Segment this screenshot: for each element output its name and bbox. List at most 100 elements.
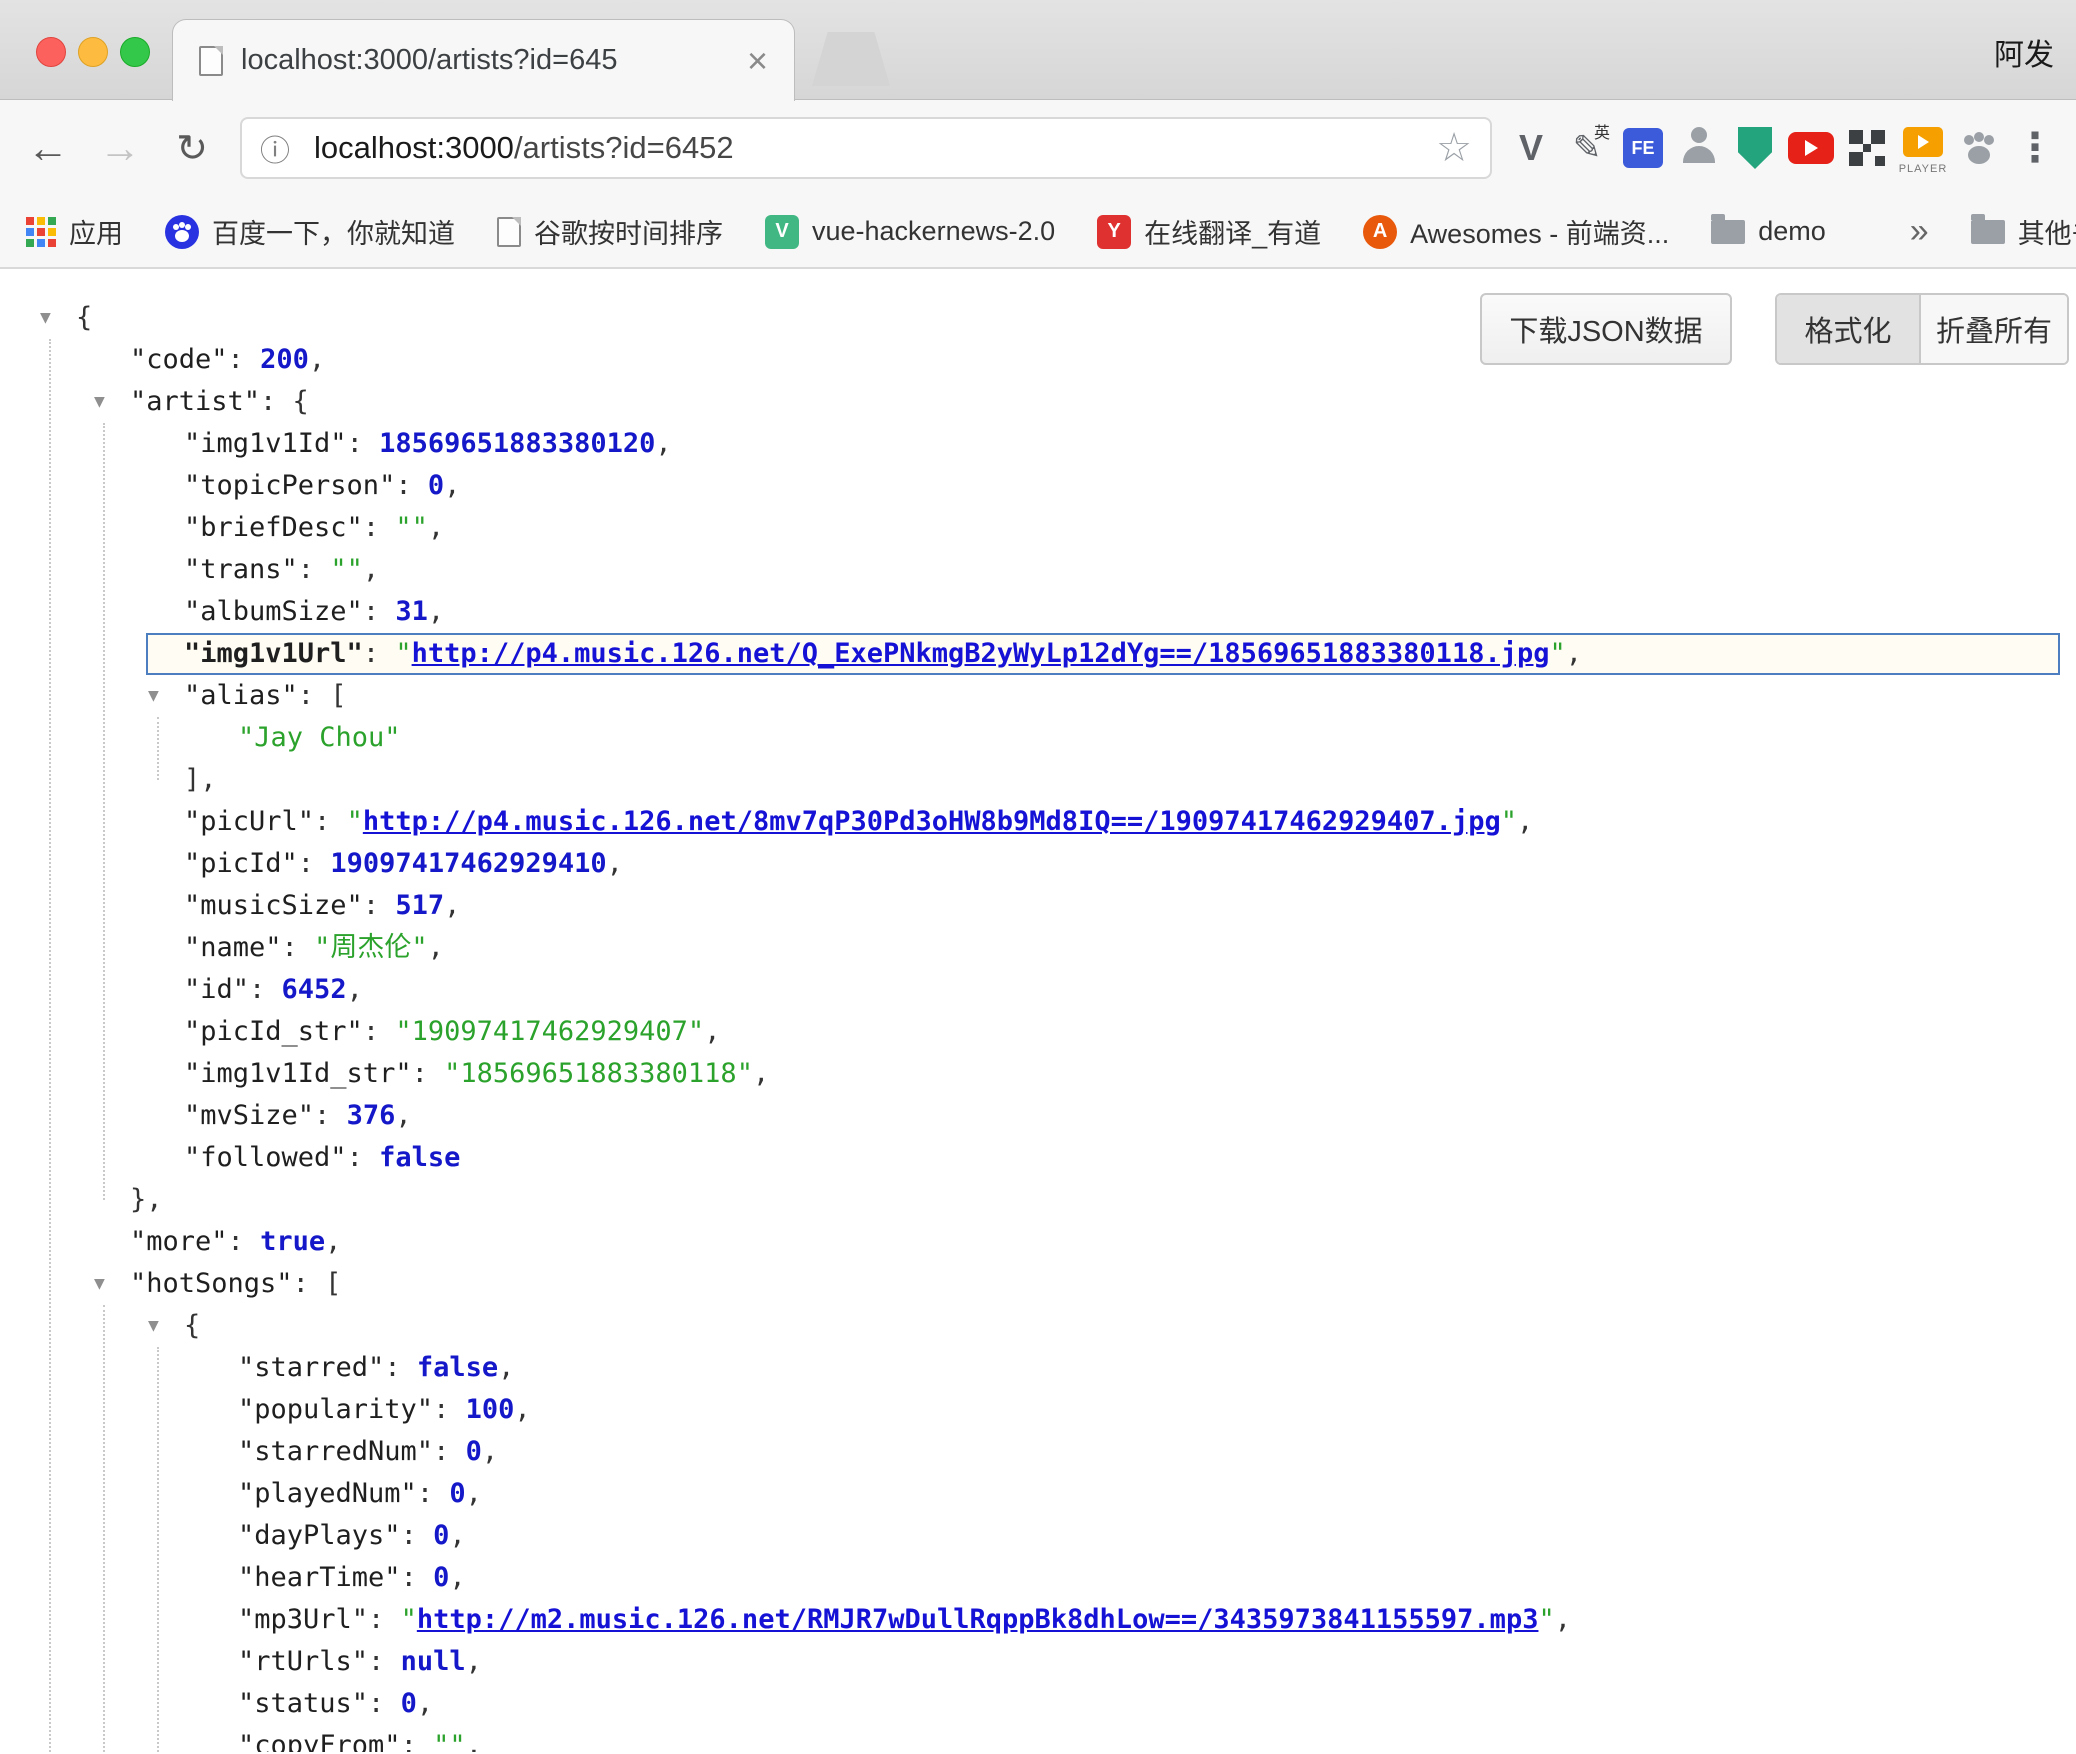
- json-url-link[interactable]: http://p4.music.126.net/Q_ExePNkmgB2yWyL…: [412, 638, 1550, 669]
- fullscreen-window-button[interactable]: [120, 37, 150, 67]
- json-line: "picId_str": "19097417462929407",: [0, 1011, 2060, 1053]
- forward-button[interactable]: →: [84, 124, 156, 172]
- json-line: ▼"artist": {: [0, 381, 2060, 423]
- tab-title: localhost:3000/artists?id=645: [241, 44, 729, 77]
- json-line: "copyFrom": "",: [0, 1725, 2060, 1752]
- json-line: "picId": 19097417462929410,: [0, 843, 2060, 885]
- other-bookmarks-folder[interactable]: 其他书签: [1971, 212, 2076, 251]
- page-icon: [497, 217, 521, 247]
- json-line: "dayPlays": 0,: [0, 1515, 2060, 1557]
- bookmark-demo-folder[interactable]: demo: [1711, 216, 1826, 247]
- tab-close-icon[interactable]: ×: [747, 43, 768, 79]
- json-line: "img1v1Url": "http://p4.music.126.net/Q_…: [0, 633, 2060, 675]
- json-line: "hearTime": 0,: [0, 1557, 2060, 1599]
- minimize-window-button[interactable]: [78, 37, 108, 67]
- json-line: "briefDesc": "",: [0, 507, 2060, 549]
- json-line: "mp3Url": "http://m2.music.126.net/RMJR7…: [0, 1599, 2060, 1641]
- collapse-arrow-icon[interactable]: ▼: [40, 297, 51, 339]
- collapse-arrow-icon[interactable]: ▼: [148, 675, 159, 717]
- apps-grid-icon: [26, 217, 56, 247]
- collapse-arrow-icon[interactable]: ▼: [94, 381, 105, 423]
- json-line: ▼"hotSongs": [: [0, 1263, 2060, 1305]
- json-line: "albumSize": 31,: [0, 591, 2060, 633]
- browser-window: localhost:3000/artists?id=645 × 阿发 ← → ↻…: [0, 0, 2076, 1752]
- reload-button[interactable]: ↻: [156, 126, 228, 171]
- bookmark-label: 应用: [69, 212, 123, 251]
- profile-name[interactable]: 阿发: [1994, 30, 2054, 74]
- bookmarks-overflow-icon[interactable]: »: [1910, 212, 1929, 251]
- navigation-toolbar: ← → ↻ ⓘ localhost:3000/artists?id=6452 ☆…: [0, 100, 2076, 196]
- tab-strip: localhost:3000/artists?id=645 × 阿发: [0, 0, 2076, 100]
- awesomes-icon: A: [1363, 215, 1397, 249]
- page-info-icon[interactable]: ⓘ: [260, 126, 290, 170]
- json-line: "followed": false: [0, 1137, 2060, 1179]
- bookmarks-bar: 应用 百度一下，你就知道 谷歌按时间排序 V vue-hackernews-2.…: [0, 196, 2076, 269]
- extensions-row: V ✎ 英 FE PLAYER ⋮: [1508, 119, 2058, 177]
- paw-icon[interactable]: [1956, 119, 2002, 177]
- baidu-paw-icon: [165, 215, 199, 249]
- bookmark-youdao-translate[interactable]: Y 在线翻译_有道: [1097, 212, 1321, 251]
- qrcode-icon[interactable]: [1844, 119, 1890, 177]
- browser-menu-icon[interactable]: ⋮: [2012, 119, 2058, 177]
- json-line: "starredNum": 0,: [0, 1431, 2060, 1473]
- bookmark-label: vue-hackernews-2.0: [812, 216, 1055, 247]
- json-line: "img1v1Id_str": "18569651883380118",: [0, 1053, 2060, 1095]
- json-line: ▼{: [0, 1305, 2060, 1347]
- bookmark-vue-hackernews[interactable]: V vue-hackernews-2.0: [765, 215, 1055, 249]
- youdao-icon: Y: [1097, 215, 1131, 249]
- new-tab-button[interactable]: [812, 32, 890, 86]
- page-favicon-icon: [199, 46, 223, 76]
- json-line: ▼"alias": [: [0, 675, 2060, 717]
- json-line: "status": 0,: [0, 1683, 2060, 1725]
- json-line: "more": true,: [0, 1221, 2060, 1263]
- json-line: "popularity": 100,: [0, 1389, 2060, 1431]
- bookmark-baidu[interactable]: 百度一下，你就知道: [165, 212, 455, 251]
- json-line: "img1v1Id": 18569651883380120,: [0, 423, 2060, 465]
- json-line: "musicSize": 517,: [0, 885, 2060, 927]
- json-line: "starred": false,: [0, 1347, 2060, 1389]
- bookmark-apps[interactable]: 应用: [26, 212, 123, 251]
- person-icon[interactable]: [1676, 119, 1722, 177]
- bookmark-google-sort[interactable]: 谷歌按时间排序: [497, 212, 723, 251]
- json-url-link[interactable]: http://p4.music.126.net/8mv7qP30Pd3oHW8b…: [363, 806, 1501, 837]
- json-line: "playedNum": 0,: [0, 1473, 2060, 1515]
- bookmark-label: demo: [1758, 216, 1826, 247]
- json-viewer: ▼{"code": 200,▼"artist": {"img1v1Id": 18…: [0, 269, 2076, 1752]
- folder-icon: [1971, 220, 2005, 244]
- translate-extension-icon[interactable]: ✎ 英: [1564, 119, 1610, 177]
- collapse-arrow-icon[interactable]: ▼: [148, 1305, 159, 1347]
- bookmark-awesomes[interactable]: A Awesomes - 前端资...: [1363, 212, 1669, 251]
- json-line: "picUrl": "http://p4.music.126.net/8mv7q…: [0, 801, 2060, 843]
- bookmark-label: 百度一下，你就知道: [212, 212, 455, 251]
- folder-icon: [1711, 220, 1745, 244]
- bookmark-label: 谷歌按时间排序: [534, 212, 723, 251]
- vue-icon: V: [765, 215, 799, 249]
- json-line: "trans": "",: [0, 549, 2060, 591]
- address-bar[interactable]: ⓘ localhost:3000/artists?id=6452 ☆: [240, 117, 1492, 179]
- window-controls: [36, 37, 150, 67]
- json-url-link[interactable]: http://m2.music.126.net/RMJR7wDullRqppBk…: [417, 1604, 1539, 1635]
- shield-icon[interactable]: [1732, 119, 1778, 177]
- json-line: "rtUrls": null,: [0, 1641, 2060, 1683]
- bookmark-label: Awesomes - 前端资...: [1410, 212, 1669, 251]
- json-line: ],: [0, 759, 2060, 801]
- browser-tab[interactable]: localhost:3000/artists?id=645 ×: [172, 19, 795, 101]
- vimium-icon[interactable]: V: [1508, 119, 1554, 177]
- page-content: 下载JSON数据 格式化 折叠所有 ▼{"code": 200,▼"artist…: [0, 269, 2076, 1752]
- fe-extension-icon[interactable]: FE: [1620, 119, 1666, 177]
- json-line: "name": "周杰伦",: [0, 927, 2060, 969]
- url-text: localhost:3000/artists?id=6452: [314, 130, 1436, 166]
- close-window-button[interactable]: [36, 37, 66, 67]
- json-line: "id": 6452,: [0, 969, 2060, 1011]
- player-icon[interactable]: PLAYER: [1900, 119, 1946, 177]
- other-bookmarks-label: 其他书签: [2018, 212, 2076, 251]
- url-path: /artists?id=6452: [514, 130, 734, 165]
- back-button[interactable]: ←: [12, 124, 84, 172]
- bookmark-label: 在线翻译_有道: [1144, 212, 1321, 251]
- collapse-arrow-icon[interactable]: ▼: [94, 1263, 105, 1305]
- bookmark-star-icon[interactable]: ☆: [1436, 125, 1472, 171]
- json-line: "topicPerson": 0,: [0, 465, 2060, 507]
- youtube-icon[interactable]: [1788, 119, 1834, 177]
- url-host: localhost:3000: [314, 130, 514, 165]
- json-line: ▼{: [0, 297, 2060, 339]
